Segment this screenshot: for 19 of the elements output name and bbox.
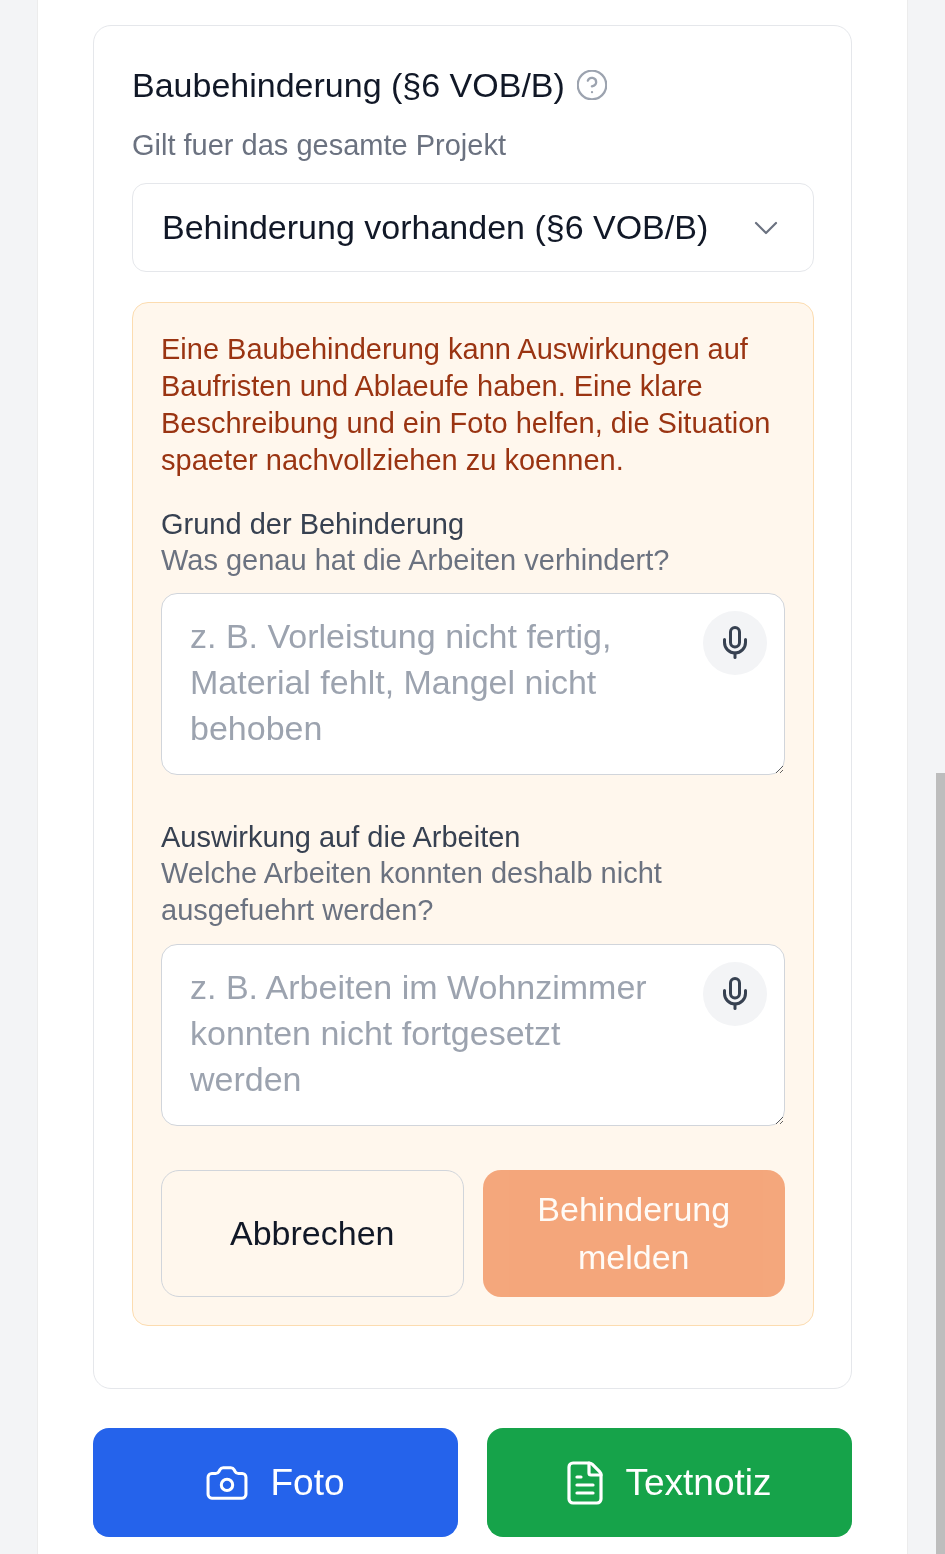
- text-area-field[interactable]: z. B. Vorleistung nicht fertig, Material fehlt, Mangel nicht behoben: [161, 592, 785, 775]
- microphone-icon: [723, 626, 747, 659]
- card-subtitle: Gilt fuer das gesamte Projekt: [132, 128, 507, 163]
- text-area-field[interactable]: z. B. Arbeiten im Wohnzimmer konnten nicht fortgesetzt werden: [161, 943, 785, 1126]
- note-button[interactable]: Textnotiz: [487, 1428, 852, 1537]
- camera-icon: [206, 1464, 249, 1501]
- warning-text: Eine Baubehinderung kann Auswirkungen auf Baufristen und Ablaeufe haben. Eine klare Beschreibung und ein Foto helfen, die Situation spaeter nachvollziehen zu koennen.: [161, 332, 772, 478]
- cancel-button[interactable]: Abbrechen: [161, 1169, 464, 1297]
- microphone-icon: [723, 977, 747, 1010]
- field-hint: Was genau hat die Arbeiten verhindert?: [161, 543, 671, 578]
- chevron-down-icon: [754, 220, 778, 235]
- field-label: Grund der Behinderung: [161, 507, 466, 542]
- field-label: Auswirkung auf die Arbeiten: [161, 819, 522, 855]
- photo-button[interactable]: Foto: [93, 1428, 458, 1537]
- field-hint: Welche Arbeiten konnten deshalb nicht ausgefuehrt werden?: [161, 855, 663, 928]
- scrollbar-thumb[interactable]: [936, 773, 945, 1554]
- dropdown-select[interactable]: Behinderung vorhanden (§6 VOB/B): [132, 183, 814, 272]
- card-title: Baubehinderung (§6 VOB/B): [132, 65, 565, 105]
- document-icon: [567, 1460, 604, 1505]
